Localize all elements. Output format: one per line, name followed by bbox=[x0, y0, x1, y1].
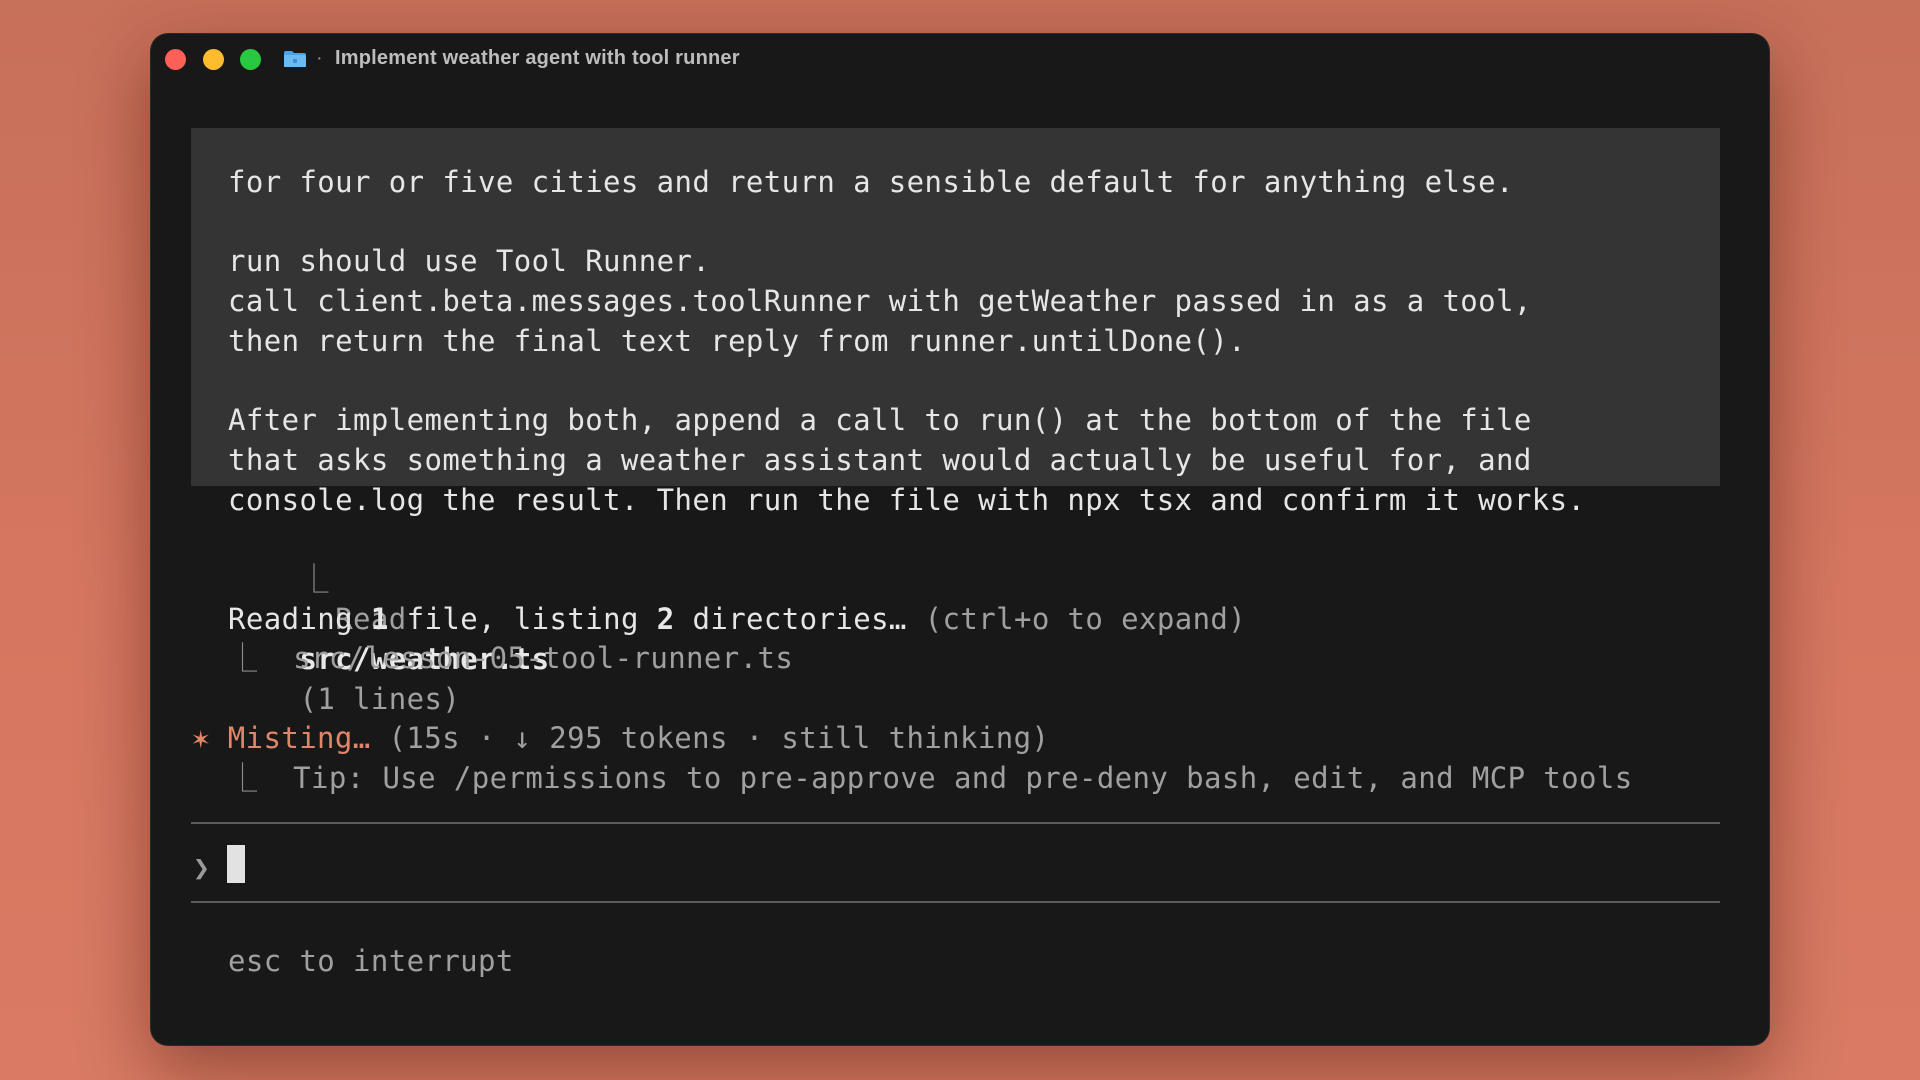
read-line-count: (1 lines) bbox=[299, 682, 461, 716]
tree-corner-icon: ⎿ bbox=[228, 761, 258, 795]
tip-line: ⎿ Tip: Use /permissions to pre-approve a… bbox=[228, 758, 1633, 798]
prompt-line: call client.beta.messages.toolRunner wit… bbox=[228, 284, 1532, 318]
prompt-line: After implementing both, append a call t… bbox=[228, 403, 1532, 437]
reading-path-line: ⎿ src/lesson-05-tool-runner.ts bbox=[228, 638, 793, 678]
title-bar: · Implement weather agent with tool runn… bbox=[150, 33, 1770, 85]
close-window-button[interactable] bbox=[165, 49, 186, 70]
tip-text: Tip: Use /permissions to pre-approve and… bbox=[293, 761, 1633, 795]
reading-middle: file, listing bbox=[406, 602, 639, 636]
prompt-line: then return the final text reply from ru… bbox=[228, 324, 1246, 358]
title-separator: · bbox=[316, 47, 323, 69]
spinner-star-icon: ✶ bbox=[192, 721, 210, 755]
maximize-window-button[interactable] bbox=[240, 49, 261, 70]
minimize-window-button[interactable] bbox=[203, 49, 224, 70]
reading-dir-count: 2 bbox=[656, 602, 675, 636]
reading-prefix: Reading bbox=[228, 602, 354, 636]
interrupt-hint: esc to interrupt bbox=[228, 944, 514, 978]
window-title: Implement weather agent with tool runner bbox=[335, 47, 740, 69]
reading-suffix: directories… bbox=[692, 602, 907, 636]
tree-corner-icon: ⎿ bbox=[228, 641, 258, 675]
reading-file-count: 1 bbox=[370, 602, 389, 636]
prompt-line: run should use Tool Runner. bbox=[228, 244, 711, 278]
prompt-line: console.log the result. Then run the fil… bbox=[228, 483, 1586, 517]
terminal-window: · Implement weather agent with tool runn… bbox=[150, 33, 1770, 1046]
tree-corner-icon: ⎿ bbox=[299, 562, 329, 596]
folder-icon bbox=[283, 50, 307, 68]
prompt-line: for four or five cities and return a sen… bbox=[228, 165, 1514, 199]
prompt-caret-icon: ❯ bbox=[193, 851, 210, 884]
thinking-status-line: ✶ Misting… (15s · ↓ 295 tokens · still t… bbox=[192, 718, 1049, 758]
input-top-divider bbox=[191, 822, 1720, 824]
prompt-line: that asks something a weather assistant … bbox=[228, 443, 1532, 477]
thinking-label: Misting… bbox=[227, 721, 371, 755]
expand-hint[interactable]: (ctrl+o to expand) bbox=[925, 602, 1246, 636]
reading-status-line: Reading 1 file, listing 2 directories… (… bbox=[228, 599, 1246, 639]
read-result-line: ⎿ Read src/weather.ts (1 lines) bbox=[228, 519, 550, 716]
thinking-details: (15s · ↓ 295 tokens · still thinking) bbox=[388, 721, 1050, 755]
reading-file-path: src/lesson-05-tool-runner.ts bbox=[293, 641, 794, 675]
input-bottom-divider bbox=[191, 901, 1720, 903]
prompt-input[interactable] bbox=[227, 845, 245, 883]
